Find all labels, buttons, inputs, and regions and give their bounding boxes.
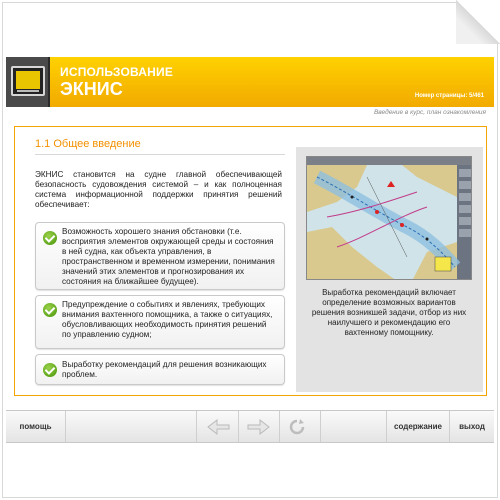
- arrow-right-icon[interactable]: [244, 417, 274, 437]
- bullet-text: Возможность хорошего знания обстановки (…: [62, 227, 275, 286]
- help-button[interactable]: помощь: [6, 411, 66, 442]
- page-corner-fold: [456, 0, 500, 44]
- course-window: ИСПОЛЬЗОВАНИЕ ЭКНИС Номер страницы: 5/46…: [0, 0, 500, 500]
- breadcrumb: Введение в курс, план ознакомления: [373, 109, 486, 116]
- illustration-caption: Выработка рекомендаций включает определе…: [311, 288, 467, 337]
- toolbar-divider: [279, 411, 280, 442]
- arrow-left-icon[interactable]: [203, 417, 233, 437]
- nautical-chart-image: [307, 157, 471, 279]
- contents-button[interactable]: содержание: [386, 411, 450, 442]
- bullet-card: Предупреждение о событиях и явлениях, тр…: [35, 295, 285, 349]
- exit-button[interactable]: выход: [450, 411, 494, 442]
- bullet-card: Возможность хорошего знания обстановки (…: [35, 222, 285, 290]
- bullet-text: Предупреждение о событиях и явлениях, тр…: [62, 300, 273, 339]
- header-title-line1: ИСПОЛЬЗОВАНИЕ: [60, 65, 174, 79]
- monitor-base: [17, 90, 39, 92]
- illustration-column: Выработка рекомендаций включает определе…: [296, 147, 483, 392]
- bullet-text: Выработку рекомендаций для решения возни…: [62, 360, 267, 379]
- checkmark-icon: [43, 231, 57, 245]
- intro-text: ЭКНИС становится на судне главной обеспе…: [35, 170, 282, 209]
- bullet-card: Выработку рекомендаций для решения возни…: [35, 354, 285, 385]
- toolbar-divider: [196, 411, 197, 442]
- monitor-frame: [11, 66, 45, 96]
- page-counter: Номер страницы: 5/461: [414, 93, 484, 99]
- monitor-icon: [6, 57, 50, 107]
- content-panel: 1.1 Общее введение ЭКНИС становится на с…: [14, 126, 487, 396]
- title-divider: [35, 154, 285, 155]
- checkmark-icon: [43, 363, 57, 377]
- bottom-toolbar: помощь содержание выход: [6, 410, 494, 443]
- toolbar-divider: [238, 411, 239, 442]
- toolbar-divider: [320, 411, 321, 442]
- section-title: 1.1 Общее введение: [35, 138, 141, 150]
- replay-icon[interactable]: [282, 417, 312, 437]
- header-bar: ИСПОЛЬЗОВАНИЕ ЭКНИС Номер страницы: 5/46…: [6, 57, 494, 107]
- monitor-screen: [16, 71, 40, 89]
- ecdis-chart-screenshot: [306, 156, 472, 280]
- checkmark-icon: [43, 303, 57, 317]
- header-title-line2: ЭКНИС: [60, 79, 123, 99]
